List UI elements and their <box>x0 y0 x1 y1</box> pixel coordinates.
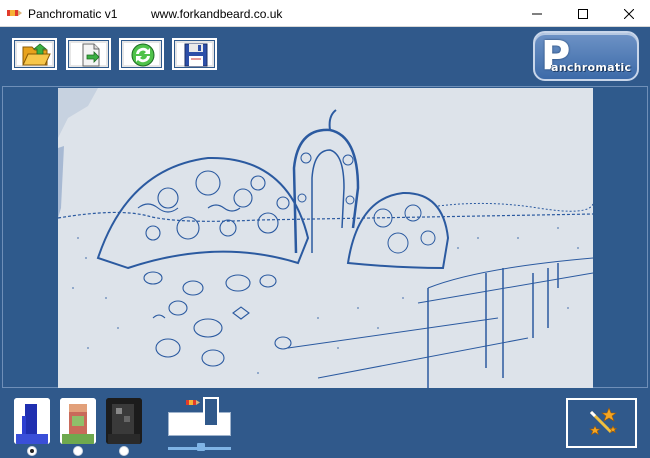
pencil-chip-icon <box>186 400 200 405</box>
maximize-icon <box>578 8 588 19</box>
palette-radio-1[interactable] <box>27 446 37 456</box>
window-title: Panchromatic v1 <box>28 7 118 21</box>
app-window: Panchromatic v1 www.forkandbeard.co.uk P… <box>0 0 650 458</box>
export-button[interactable] <box>66 38 111 70</box>
refresh-button[interactable] <box>119 38 164 70</box>
palette-swatch-color[interactable] <box>60 398 96 444</box>
floppy-disk-icon <box>184 43 208 67</box>
export-page-icon <box>82 43 100 67</box>
sketch-photo-image <box>58 88 593 388</box>
minimize-button[interactable] <box>514 0 560 27</box>
folder-open-icon <box>22 43 51 66</box>
magic-wand-button[interactable] <box>566 398 637 448</box>
open-button[interactable] <box>12 38 57 70</box>
palette-thumbnail-icon <box>106 398 142 444</box>
toolbar: P anchromatic <box>0 28 650 84</box>
refresh-icon <box>131 43 155 67</box>
save-button[interactable] <box>172 38 217 70</box>
image-canvas-area <box>0 84 650 390</box>
threshold-slider-handle[interactable] <box>203 397 219 427</box>
maximize-button[interactable] <box>560 0 606 27</box>
magic-wand-icon <box>589 407 618 436</box>
window-url: www.forkandbeard.co.uk <box>151 7 283 21</box>
close-icon <box>624 8 634 19</box>
pencil-app-icon <box>7 10 22 16</box>
title-bar: Panchromatic v1 www.forkandbeard.co.uk <box>0 0 650 27</box>
logo-word: anchromatic <box>551 61 632 74</box>
close-button[interactable] <box>606 0 650 27</box>
minimize-icon <box>532 13 542 14</box>
palette-thumbnail-icon <box>60 398 96 444</box>
palette-swatch-blue[interactable] <box>14 398 50 444</box>
threshold-slider-box[interactable] <box>168 412 231 436</box>
level-slider-knob[interactable] <box>197 443 205 451</box>
filtered-photo[interactable] <box>58 88 593 388</box>
palette-radio-2[interactable] <box>73 446 83 456</box>
palette-swatch-dark[interactable] <box>106 398 142 444</box>
palette-thumbnail-icon <box>14 398 50 444</box>
panchromatic-logo: P anchromatic <box>533 31 639 81</box>
bottom-bar <box>0 390 650 458</box>
palette-radio-3[interactable] <box>119 446 129 456</box>
